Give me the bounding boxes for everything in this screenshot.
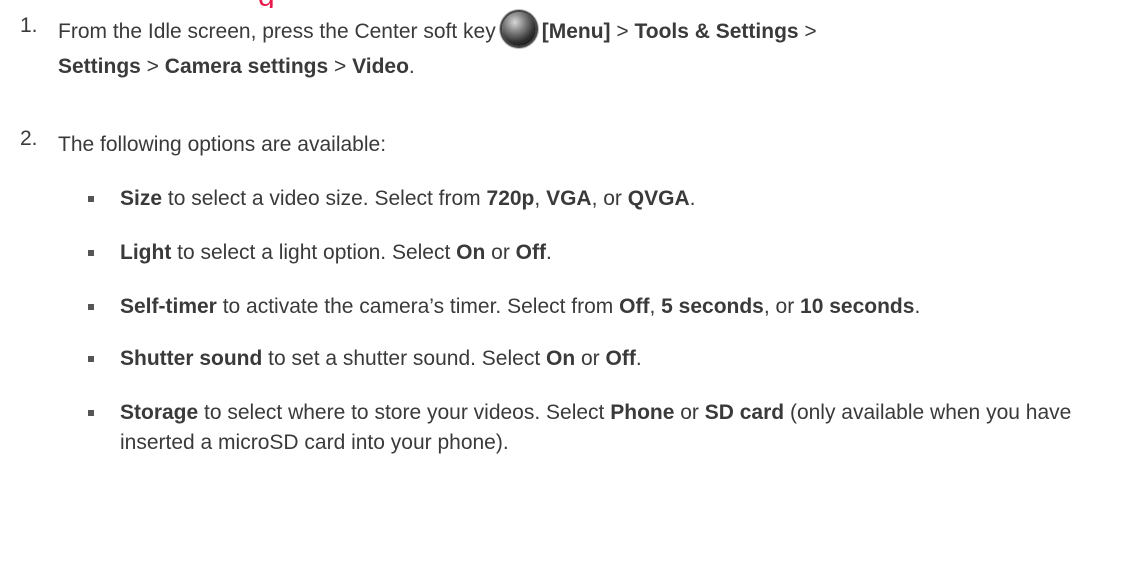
option-choice: Off	[515, 241, 546, 264]
path-separator: >	[328, 55, 353, 78]
option-end: .	[689, 187, 696, 210]
option-storage: Storage to select where to store your vi…	[88, 398, 1117, 458]
option-term: Self-timer	[120, 295, 217, 318]
menu-label: [Menu]	[541, 20, 611, 43]
option-description: to activate the camera’s timer. Select f…	[216, 295, 620, 318]
option-choice: Off	[619, 295, 650, 318]
option-choice: 720p	[486, 187, 535, 210]
option-sep: ,	[534, 187, 547, 210]
step-number: 2.	[20, 127, 38, 150]
option-term: Storage	[120, 401, 199, 424]
step-1-intro: From the Idle screen, press the Center s…	[58, 20, 496, 43]
option-sep: , or	[591, 187, 628, 210]
path-separator: >	[798, 20, 817, 43]
section-heading-fragment: g	[258, 0, 338, 8]
video-label: Video	[352, 55, 409, 78]
option-self-timer: Self-timer to activate the camera’s time…	[88, 292, 1117, 322]
option-end: .	[914, 295, 921, 318]
step-number: 1.	[20, 14, 38, 37]
options-list: Size to select a video size. Select from…	[88, 184, 1117, 482]
option-choice: On	[546, 347, 576, 370]
step-1: 1. From the Idle screen, press the Cente…	[20, 12, 1117, 84]
bullet	[88, 250, 94, 256]
tools-settings-label: Tools & Settings	[634, 20, 799, 43]
option-sep: or	[674, 401, 705, 424]
option-description: to set a shutter sound. Select	[262, 347, 546, 370]
step-text: From the Idle screen, press the Center s…	[58, 12, 1117, 84]
option-choice: VGA	[546, 187, 592, 210]
option-description: to select a video size. Select from	[162, 187, 487, 210]
option-light: Light to select a light option. Select O…	[88, 238, 1117, 268]
option-size: Size to select a video size. Select from…	[88, 184, 1117, 214]
option-sep: , or	[763, 295, 801, 318]
option-term: Shutter sound	[120, 347, 263, 370]
settings-label: Settings	[58, 55, 141, 78]
option-end: .	[546, 241, 552, 264]
option-choice: Phone	[610, 401, 675, 424]
path-separator: >	[610, 20, 635, 43]
sentence-end: .	[408, 55, 415, 78]
step-text: The following options are available:	[58, 133, 387, 156]
option-sep: or	[485, 241, 516, 264]
option-choice: On	[456, 241, 486, 264]
camera-settings-label: Camera settings	[164, 55, 329, 78]
option-end: .	[635, 347, 642, 370]
option-description: to select a light option. Select	[171, 241, 457, 264]
option-description: to select where to store your videos. Se…	[198, 401, 611, 424]
bullet	[88, 196, 94, 202]
bullet	[88, 304, 94, 310]
bullet	[88, 410, 94, 416]
step-2: 2. The following options are available:	[20, 127, 1117, 162]
option-choice: SD card	[704, 401, 785, 424]
option-term: Light	[120, 241, 172, 264]
option-term: Size	[120, 187, 163, 210]
heading-text: g	[258, 0, 338, 8]
option-sep: or	[575, 347, 606, 370]
path-separator: >	[140, 55, 165, 78]
option-choice: QVGA	[627, 187, 690, 210]
option-choice: Off	[605, 347, 636, 370]
option-shutter-sound: Shutter sound to set a shutter sound. Se…	[88, 344, 1117, 374]
bullet	[88, 356, 94, 362]
option-sep: ,	[649, 295, 662, 318]
option-choice: 10 seconds	[800, 295, 915, 318]
option-choice: 5 seconds	[661, 295, 764, 318]
center-soft-key-icon	[501, 12, 536, 47]
